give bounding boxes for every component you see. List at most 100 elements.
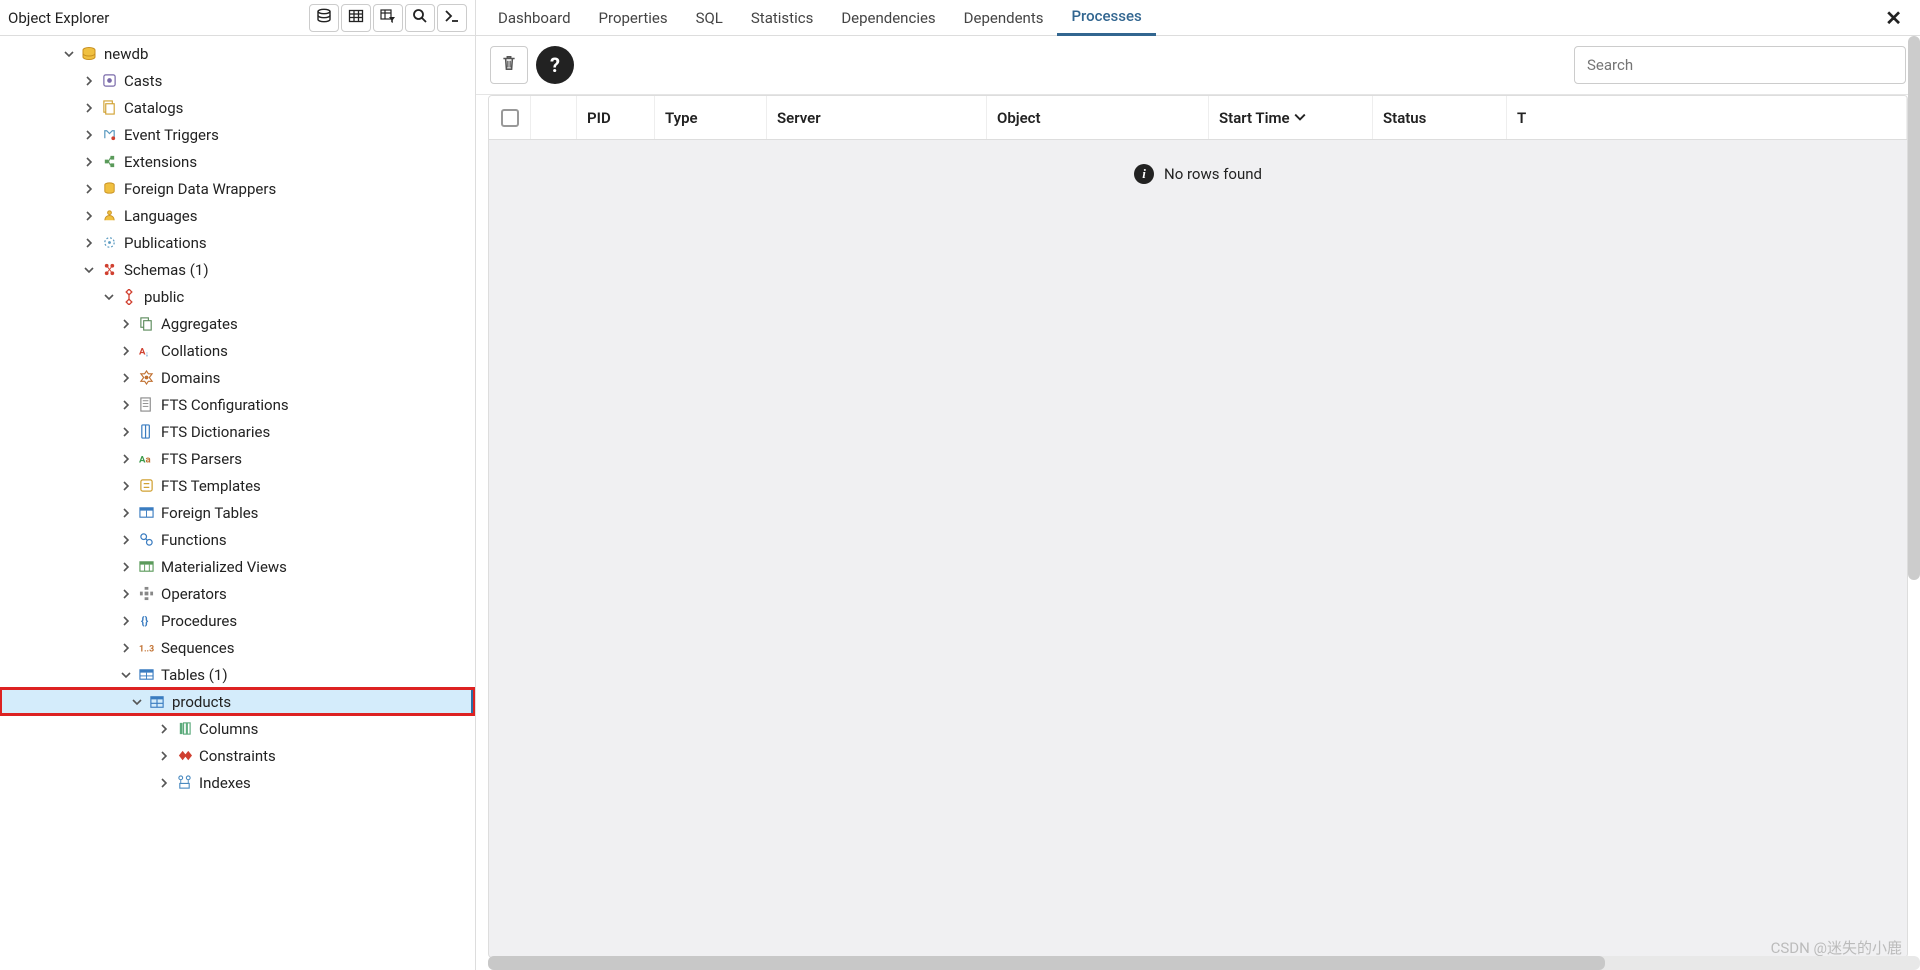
chevron-right-icon[interactable] <box>117 558 135 576</box>
tree-node-label: Foreign Data Wrappers <box>124 180 276 198</box>
tree-node[interactable]: Casts <box>0 67 475 94</box>
tree-node[interactable]: Indexes <box>0 769 475 796</box>
main-panel: DashboardPropertiesSQLStatisticsDependen… <box>476 0 1920 970</box>
tree-node[interactable]: Constraints <box>0 742 475 769</box>
tab-statistics[interactable]: Statistics <box>737 0 827 36</box>
node-type-icon <box>175 747 193 765</box>
tree-node[interactable]: FTS Templates <box>0 472 475 499</box>
chevron-right-icon[interactable] <box>117 531 135 549</box>
chevron-right-icon[interactable] <box>80 180 98 198</box>
help-icon: ? <box>550 53 560 77</box>
close-panel-button[interactable]: ✕ <box>1875 6 1912 30</box>
tree-node[interactable]: Foreign Tables <box>0 499 475 526</box>
chevron-right-icon[interactable] <box>117 477 135 495</box>
view-data-button[interactable] <box>341 4 371 32</box>
search-input[interactable] <box>1574 46 1906 84</box>
chevron-right-icon[interactable] <box>117 423 135 441</box>
object-tree[interactable]: newdb Casts Catalogs Event Triggers Exte… <box>0 36 475 970</box>
tree-node[interactable]: FTS Configurations <box>0 391 475 418</box>
chevron-right-icon[interactable] <box>80 153 98 171</box>
help-button[interactable]: ? <box>536 46 574 84</box>
node-type-icon <box>100 180 118 198</box>
grid-header-object[interactable]: Object <box>987 96 1209 139</box>
tab-dashboard[interactable]: Dashboard <box>484 0 585 36</box>
tree-node[interactable]: Materialized Views <box>0 553 475 580</box>
filter-rows-button[interactable] <box>373 4 403 32</box>
select-all-checkbox[interactable] <box>489 96 531 139</box>
chevron-right-icon[interactable] <box>117 504 135 522</box>
chevron-right-icon[interactable] <box>80 126 98 144</box>
chevron-right-icon[interactable] <box>117 342 135 360</box>
grid-header-status[interactable]: Status <box>1373 96 1507 139</box>
tree-node[interactable]: Languages <box>0 202 475 229</box>
tree-node[interactable]: Columns <box>0 715 475 742</box>
database-icon <box>316 8 332 28</box>
node-type-icon <box>100 126 118 144</box>
tree-node[interactable]: Publications <box>0 229 475 256</box>
chevron-right-icon[interactable] <box>80 207 98 225</box>
chevron-right-icon[interactable] <box>117 396 135 414</box>
psql-tool-button[interactable] <box>437 4 467 32</box>
chevron-down-icon[interactable] <box>117 666 135 684</box>
tree-node-table-products[interactable]: products <box>0 688 475 715</box>
chevron-right-icon[interactable] <box>80 72 98 90</box>
grid-header-type[interactable]: Type <box>655 96 767 139</box>
horizontal-scrollbar[interactable] <box>488 956 1920 970</box>
chevron-right-icon[interactable] <box>117 585 135 603</box>
tree-node-label: Constraints <box>199 747 276 765</box>
tree-node[interactable]: Event Triggers <box>0 121 475 148</box>
node-type-icon <box>137 504 155 522</box>
chevron-right-icon[interactable] <box>117 369 135 387</box>
chevron-right-icon[interactable] <box>117 639 135 657</box>
chevron-right-icon[interactable] <box>117 315 135 333</box>
grid-header-row: PID Type Server Object Start Time Status… <box>489 96 1907 140</box>
tree-node[interactable]: Aa FTS Parsers <box>0 445 475 472</box>
chevron-right-icon[interactable] <box>155 774 173 792</box>
chevron-down-icon[interactable] <box>100 288 118 306</box>
tree-node-schema[interactable]: public <box>0 283 475 310</box>
tab-dependencies[interactable]: Dependencies <box>827 0 949 36</box>
tree-node[interactable]: Catalogs <box>0 94 475 121</box>
tree-node[interactable]: Tables (1) <box>0 661 475 688</box>
query-tool-button[interactable] <box>309 4 339 32</box>
chevron-right-icon[interactable] <box>117 612 135 630</box>
tree-node[interactable]: Foreign Data Wrappers <box>0 175 475 202</box>
chevron-down-icon[interactable] <box>60 45 78 63</box>
chevron-right-icon[interactable] <box>80 234 98 252</box>
tree-node[interactable]: Extensions <box>0 148 475 175</box>
tree-node[interactable]: A↓ Collations <box>0 337 475 364</box>
grid-header-time-taken[interactable]: T <box>1507 96 1907 139</box>
chevron-down-icon[interactable] <box>128 693 146 711</box>
tree-node[interactable]: Domains <box>0 364 475 391</box>
chevron-down-icon <box>1294 109 1306 127</box>
tree-scrollbar[interactable] <box>1908 36 1920 580</box>
chevron-right-icon[interactable] <box>80 99 98 117</box>
grid-header-pid[interactable]: PID <box>577 96 655 139</box>
tree-node[interactable]: 1..3 Sequences <box>0 634 475 661</box>
tree-node[interactable]: Functions <box>0 526 475 553</box>
chevron-right-icon[interactable] <box>117 450 135 468</box>
delete-button[interactable] <box>490 46 528 84</box>
tree-node[interactable]: FTS Dictionaries <box>0 418 475 445</box>
tab-dependents[interactable]: Dependents <box>950 0 1058 36</box>
tab-sql[interactable]: SQL <box>682 0 737 36</box>
tree-node[interactable]: Aggregates <box>0 310 475 337</box>
tab-processes[interactable]: Processes <box>1057 0 1155 36</box>
chevron-right-icon[interactable] <box>155 720 173 738</box>
tree-node-label: Domains <box>161 369 220 387</box>
grid-header-start-time[interactable]: Start Time <box>1209 96 1373 139</box>
tree-node[interactable]: {} Procedures <box>0 607 475 634</box>
grid-header-server[interactable]: Server <box>767 96 987 139</box>
chevron-down-icon[interactable] <box>80 261 98 279</box>
tree-node-database[interactable]: newdb <box>0 40 475 67</box>
node-type-icon <box>100 72 118 90</box>
tree-node-label: Extensions <box>124 153 197 171</box>
trash-icon <box>500 54 518 77</box>
search-objects-button[interactable] <box>405 4 435 32</box>
filter-table-icon <box>380 8 396 28</box>
tree-node[interactable]: Operators <box>0 580 475 607</box>
tree-node[interactable]: Schemas (1) <box>0 256 475 283</box>
tree-node-label: Aggregates <box>161 315 238 333</box>
tab-properties[interactable]: Properties <box>585 0 682 36</box>
chevron-right-icon[interactable] <box>155 747 173 765</box>
